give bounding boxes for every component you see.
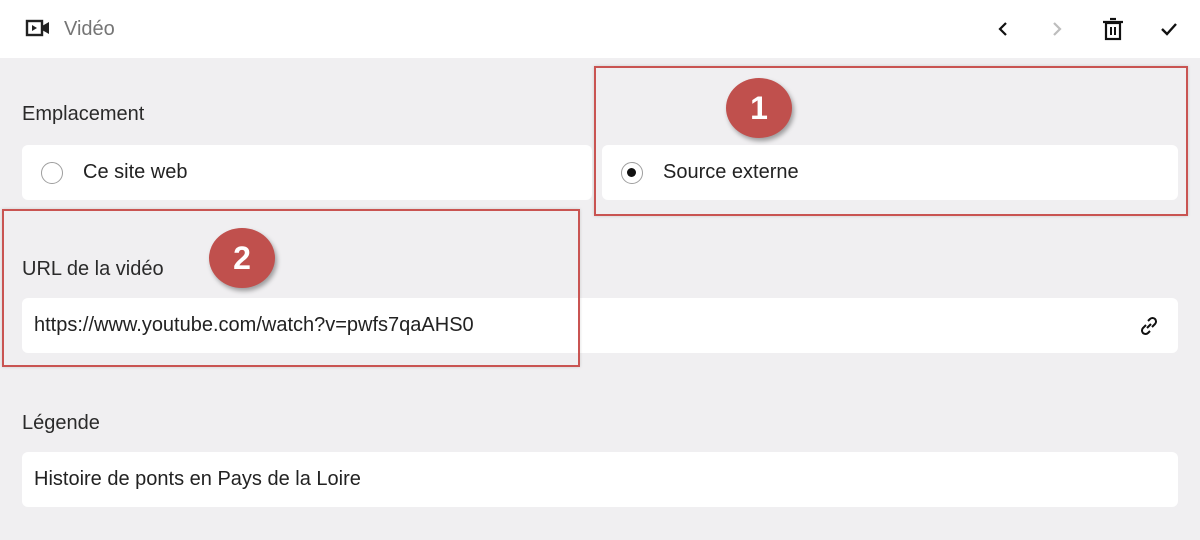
location-label: Emplacement: [22, 103, 145, 125]
callout-box-1: [594, 66, 1188, 216]
delete-button[interactable]: [1098, 14, 1128, 44]
caption-value: Histoire de ponts en Pays de la Loire: [34, 468, 361, 490]
caption-input[interactable]: Histoire de ponts en Pays de la Loire: [22, 452, 1178, 507]
chevron-right-icon: [1053, 22, 1062, 36]
trash-icon: [1103, 17, 1123, 41]
check-icon: [1161, 23, 1177, 36]
toolbar-header: Vidéo: [0, 0, 1200, 58]
callout-badge-2: 2: [209, 228, 275, 288]
chevron-left-icon: [998, 22, 1007, 36]
radio-option-this-site[interactable]: Ce site web: [22, 145, 592, 200]
confirm-button[interactable]: [1154, 14, 1184, 44]
link-icon[interactable]: [1137, 314, 1161, 338]
callout-badge-1: 1: [726, 78, 792, 138]
video-icon: [25, 19, 49, 37]
callout-box-2: [2, 209, 580, 367]
previous-button[interactable]: [988, 14, 1018, 44]
radio-button-unselected[interactable]: [41, 162, 63, 184]
next-button[interactable]: [1042, 14, 1072, 44]
radio-label-this-site: Ce site web: [83, 161, 188, 183]
panel-title: Vidéo: [64, 18, 115, 40]
caption-label: Légende: [22, 412, 100, 434]
